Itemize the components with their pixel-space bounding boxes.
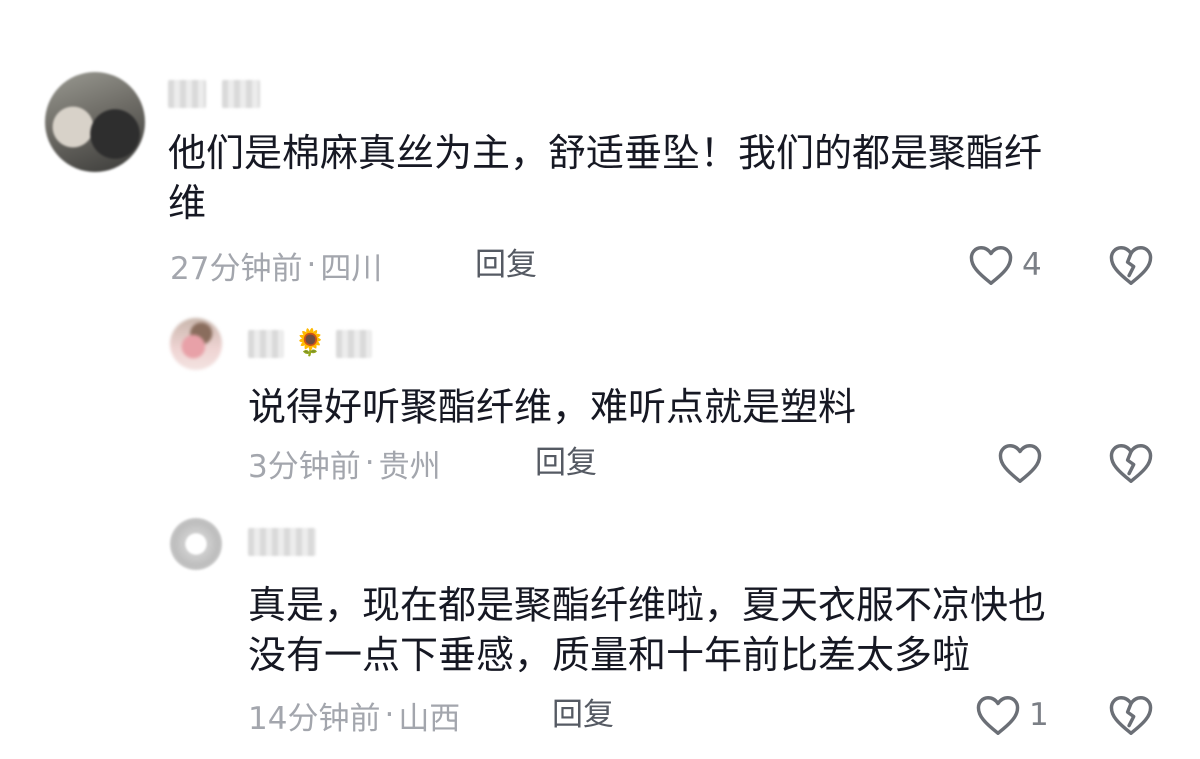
heart-icon [968,243,1014,287]
comment-time: 14分钟前 [248,700,381,737]
dislike-button[interactable] [1108,441,1153,485]
username-blurred[interactable] [248,330,284,358]
broken-heart-icon [1108,693,1153,737]
comment-text: 真是，现在都是聚酯纤维啦，夏天衣服不凉快也 没有一点下垂感，质量和十年前比差太多… [248,583,1047,677]
heart-icon [997,441,1043,485]
broken-heart-icon [1108,243,1153,287]
comment-time: 3分钟前 [248,448,361,485]
comment-text: 他们是棉麻真丝为主，舒适垂坠！我们的都是聚酯纤 维 [168,131,1043,225]
comment-location: 山西 [398,700,461,737]
dislike-button[interactable] [1108,693,1153,737]
separator-dot: · [306,247,317,283]
reply-button[interactable]: 回复 [535,443,597,483]
reply-button[interactable]: 回复 [552,695,614,735]
broken-heart-icon [1108,441,1153,485]
heart-icon [975,693,1021,737]
separator-dot: · [384,697,395,733]
username-blurred[interactable] [168,80,206,108]
comment-meta: 27分钟前 · 四川 [170,245,383,287]
comment-meta: 3分钟前 · 贵州 [248,443,441,485]
avatar[interactable] [45,72,145,172]
like-button[interactable]: 1 [975,693,1049,737]
separator-dot: · [364,445,375,481]
dislike-button[interactable] [1108,243,1153,287]
comment-time: 27分钟前 [170,250,303,287]
reply-button[interactable]: 回复 [475,245,537,285]
comment-location: 四川 [320,250,383,287]
comment-text: 说得好听聚酯纤维，难听点就是塑料 [248,385,857,429]
avatar[interactable] [170,518,222,570]
sunflower-emoji-icon: 🌻 [294,328,327,358]
like-count: 4 [1022,247,1042,283]
username-blurred[interactable] [248,528,316,556]
like-button[interactable] [997,441,1051,485]
comment-meta: 14分钟前 · 山西 [248,695,461,737]
like-button[interactable]: 4 [968,243,1042,287]
like-count: 1 [1029,697,1049,733]
username-blurred[interactable] [336,330,372,358]
username-blurred[interactable] [222,80,260,108]
comment-location: 贵州 [378,448,441,485]
avatar[interactable] [170,318,222,370]
